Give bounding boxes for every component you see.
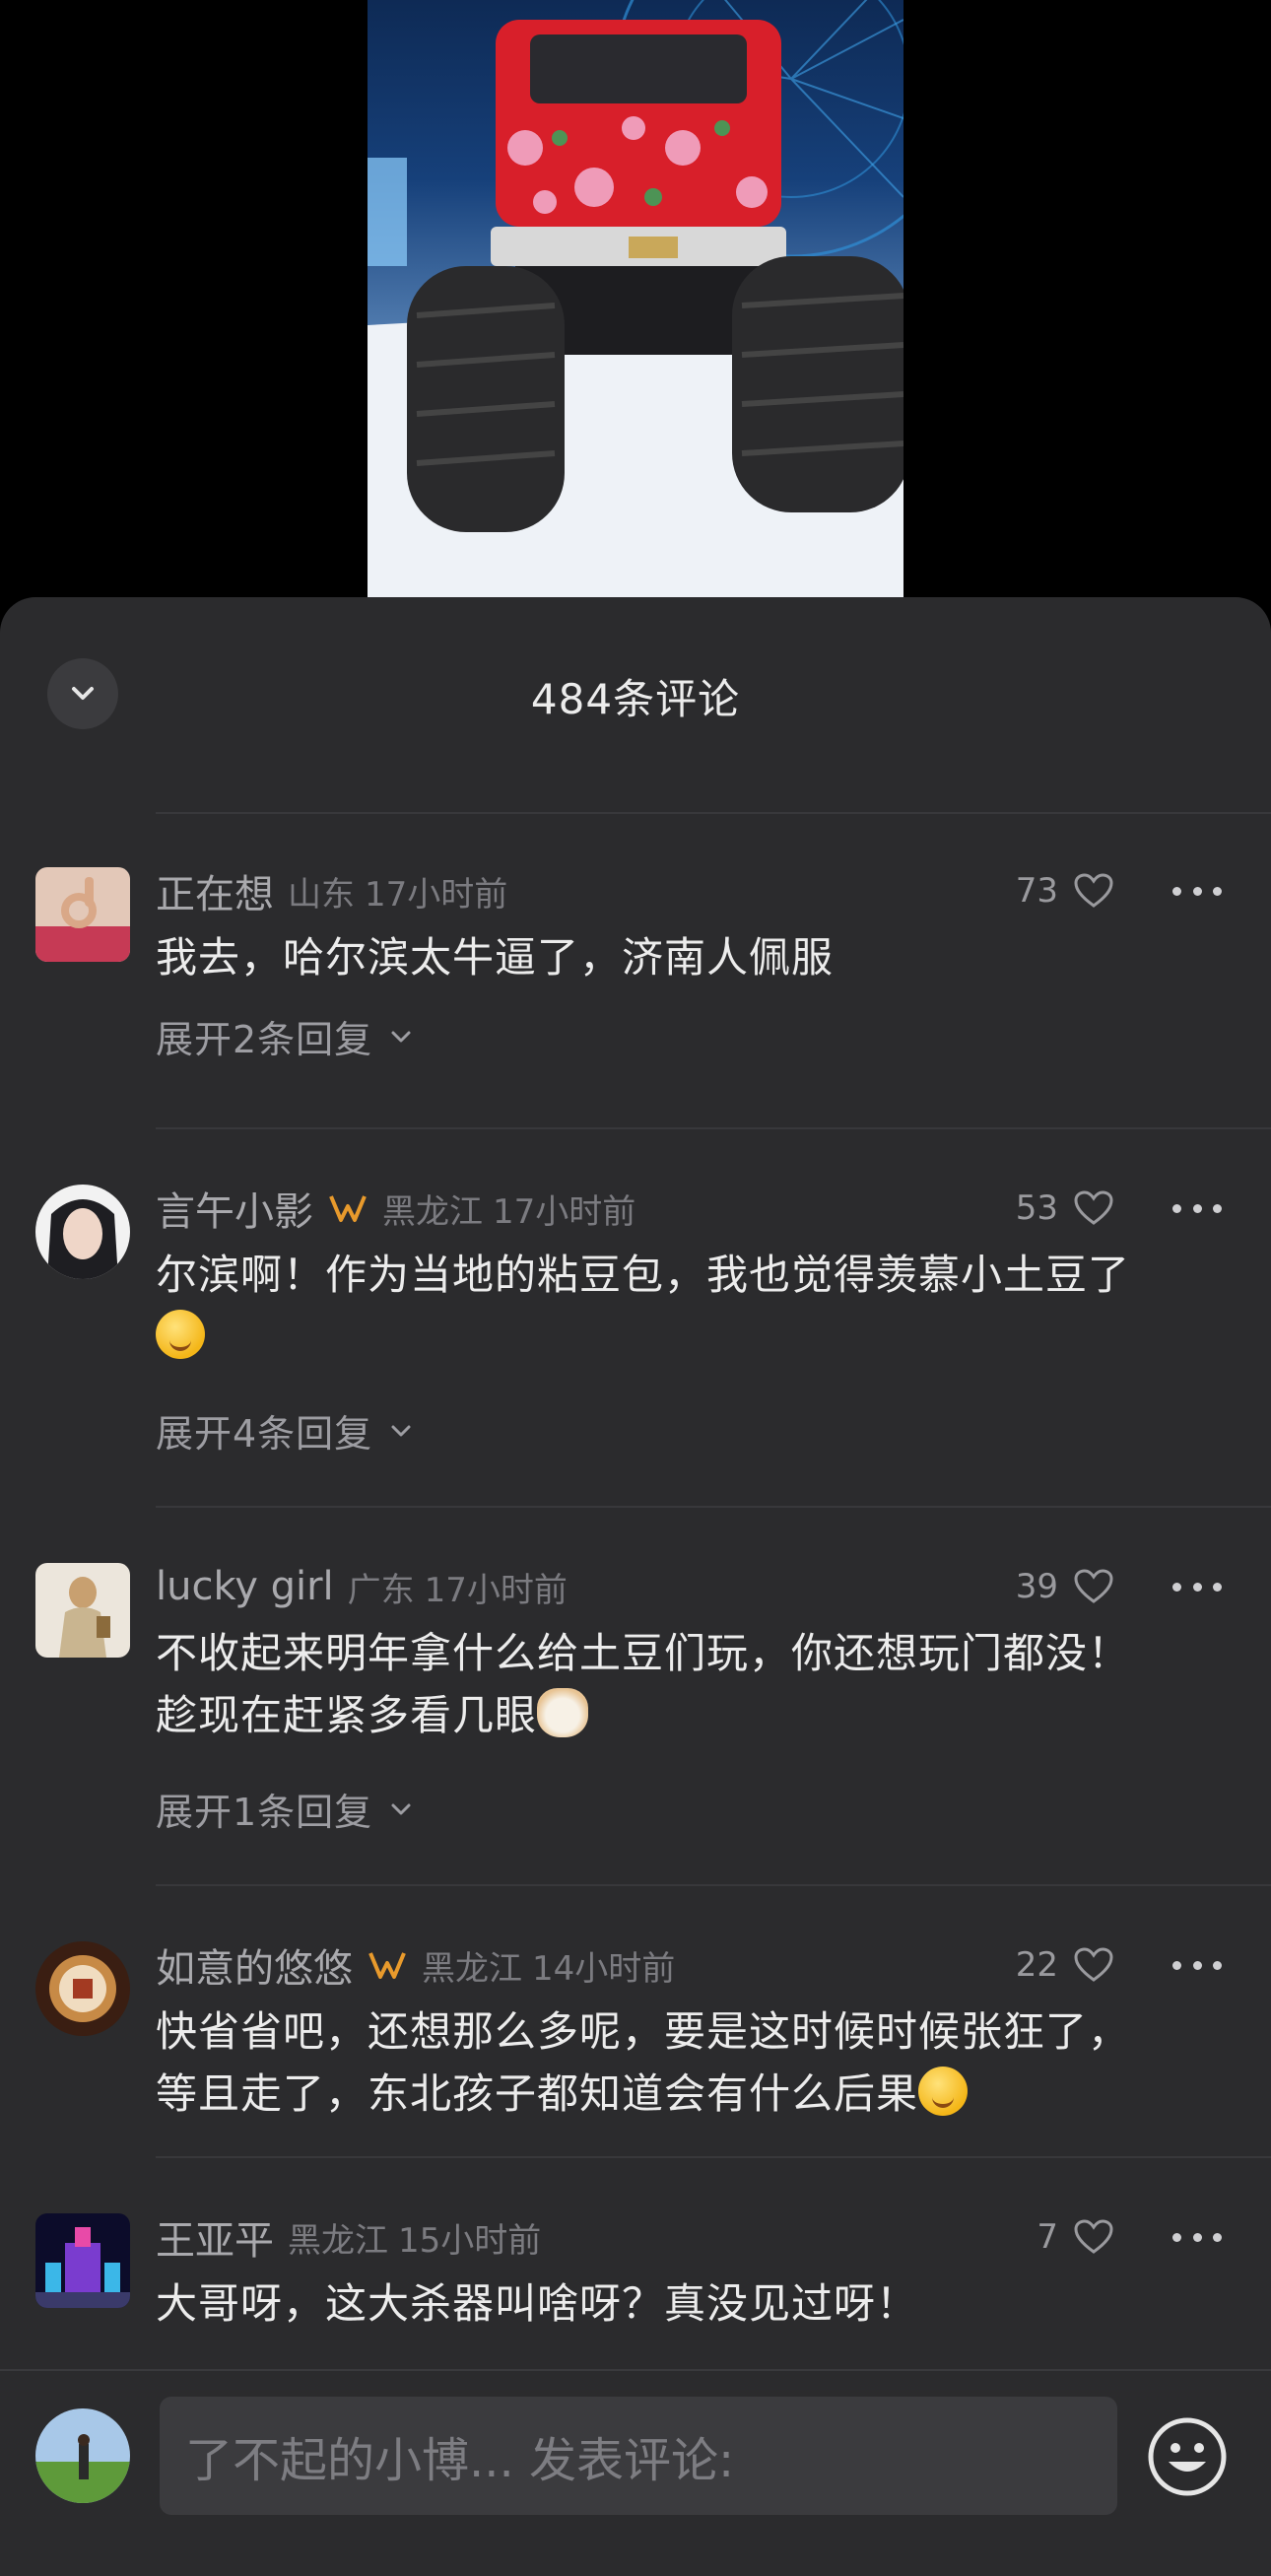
username[interactable]: 正在想 [156, 862, 274, 919]
username[interactable]: lucky girl [156, 1564, 334, 1609]
expand-replies-label: 展开1条回复 [156, 1791, 373, 1834]
timestamp: 14小时前 [532, 1948, 676, 1989]
comment-input-placeholder: 了不起的小博... 发表评论: [185, 2433, 735, 2488]
heart-outline-icon [1074, 873, 1113, 908]
username[interactable]: 王亚平 [156, 2208, 274, 2266]
divider [156, 1506, 1271, 1508]
region: 广东 [347, 1570, 415, 1610]
avatar[interactable] [35, 1941, 130, 2036]
comments-count-title: 484条评论 [530, 675, 741, 723]
region: 黑龙江 [422, 1948, 522, 1989]
heart-outline-icon [1074, 1947, 1113, 1982]
chevron-down-icon [391, 1031, 411, 1042]
username[interactable]: 言午小影 [156, 1180, 313, 1237]
heart-outline-icon [1074, 2219, 1113, 2254]
comment-text-line: 不收起来明年拿什么给土豆们玩，你还想玩门都没！ [156, 1629, 1131, 1677]
avatar[interactable] [35, 867, 130, 962]
avatar[interactable] [35, 1185, 130, 1279]
comment-text-line: 趁现在赶紧多看几眼 [156, 1691, 538, 1739]
monster-truck-image [368, 0, 903, 597]
expand-replies-label: 展开4条回复 [156, 1412, 373, 1456]
like-button[interactable]: 39 [1016, 1557, 1113, 1616]
like-count: 73 [1015, 871, 1058, 911]
fan-badge-icon [327, 1192, 368, 1224]
divider [156, 812, 1271, 814]
divider [156, 1127, 1271, 1129]
emoji-smile-icon [1148, 2417, 1227, 2496]
like-button[interactable]: 7 [1037, 2207, 1113, 2267]
laughing-crying-emoji-icon [156, 1310, 205, 1359]
comment-text: 大哥呀，这大杀器叫啥呀？真没见过呀！ [156, 2279, 919, 2328]
fan-badge-icon [367, 1949, 408, 1981]
my-avatar[interactable] [35, 2408, 130, 2503]
video-player[interactable] [0, 0, 1271, 611]
expand-replies-button[interactable]: 展开2条回复 [156, 1009, 416, 1063]
expand-replies-label: 展开2条回复 [156, 1018, 373, 1061]
comment-text: 不收起来明年拿什么给土豆们玩，你还想玩门都没！ 趁现在赶紧多看几眼 [156, 1622, 1182, 1746]
like-count: 22 [1015, 1945, 1058, 1985]
like-count: 7 [1037, 2217, 1058, 2257]
comments-sheet: 484条评论 正在想 山东 17小时前 73 我去，哈尔滨太牛逼了，济南人佩服 … [0, 597, 1271, 2576]
username[interactable]: 如意的悠悠 [156, 1936, 353, 1994]
heart-outline-icon [1074, 1190, 1113, 1225]
region: 黑龙江 [288, 2220, 388, 2261]
more-options-button[interactable] [1172, 1188, 1222, 1228]
timestamp: 15小时前 [398, 2220, 542, 2261]
timestamp: 17小时前 [424, 1570, 568, 1610]
more-options-button[interactable] [1172, 1945, 1222, 1985]
divider [156, 2156, 1271, 2158]
more-options-button[interactable] [1172, 1567, 1222, 1606]
like-button[interactable]: 53 [1016, 1179, 1113, 1238]
like-button[interactable]: 73 [1016, 861, 1113, 920]
comment-text: 我去，哈尔滨太牛逼了，济南人佩服 [156, 933, 835, 982]
doge-emoji-icon [537, 1688, 589, 1737]
region: 山东 [288, 874, 355, 915]
emoji-button[interactable] [1147, 2416, 1228, 2497]
expand-replies-button[interactable]: 展开1条回复 [156, 1782, 416, 1836]
divider [156, 1884, 1271, 1886]
comment-composer-bar: 了不起的小博... 发表评论: [0, 2369, 1271, 2576]
laughing-crying-emoji-icon [918, 2067, 969, 2116]
timestamp: 17小时前 [365, 874, 508, 915]
timestamp: 17小时前 [493, 1191, 636, 1232]
divider [0, 2369, 1271, 2371]
chevron-down-icon [391, 1425, 411, 1436]
video-thumbnail[interactable] [368, 0, 903, 597]
heart-outline-icon [1074, 1569, 1113, 1603]
comment-text: 尔滨啊！作为当地的粘豆包，我也觉得羡慕小土豆了 [156, 1244, 1182, 1368]
like-count: 53 [1015, 1188, 1058, 1228]
like-button[interactable]: 22 [1016, 1935, 1113, 1995]
comment-text-line: 尔滨啊！作为当地的粘豆包，我也觉得羡慕小土豆了 [156, 1251, 1131, 1299]
expand-replies-button[interactable]: 展开4条回复 [156, 1403, 416, 1457]
comment-text-line: 快省省吧，还想那么多呢，要是这时候时候张狂了， [156, 2007, 1131, 2056]
more-options-button[interactable] [1172, 871, 1222, 911]
comment-text: 快省省吧，还想那么多呢，要是这时候时候张狂了， 等且走了，东北孩子都知道会有什么… [156, 2000, 1182, 2125]
avatar[interactable] [35, 2213, 130, 2308]
comment-input[interactable]: 了不起的小博... 发表评论: [160, 2397, 1117, 2515]
more-options-button[interactable] [1172, 2217, 1222, 2257]
comment-text-line: 等且走了，东北孩子都知道会有什么后果 [156, 2069, 919, 2118]
region: 黑龙江 [382, 1191, 483, 1232]
like-count: 39 [1015, 1567, 1058, 1606]
avatar[interactable] [35, 1563, 130, 1658]
chevron-down-icon [391, 1803, 411, 1814]
